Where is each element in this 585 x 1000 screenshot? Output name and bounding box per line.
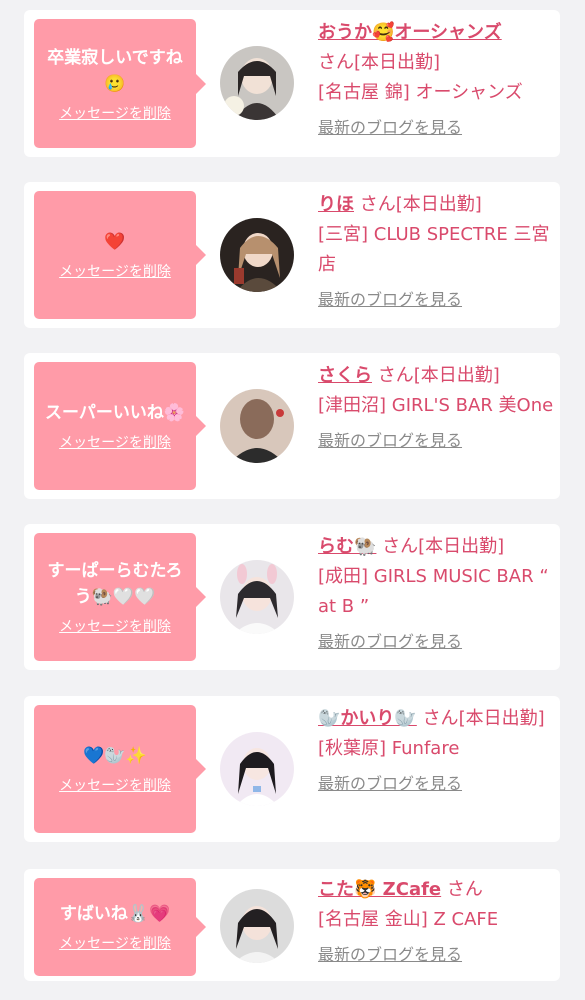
latest-blog-link[interactable]: 最新のブログを見る (318, 943, 554, 967)
girl-name-link[interactable]: らむ🐏 (318, 536, 376, 557)
delete-message-link[interactable]: メッセージを削除 (59, 261, 171, 281)
work-status: [本日出勤] (458, 708, 545, 729)
delete-message-link[interactable]: メッセージを削除 (59, 432, 171, 452)
message-text: すーぱーらむたろう🐏🤍🤍 (47, 561, 183, 607)
honorific: さん (318, 52, 354, 73)
girl-name-link[interactable]: りほ (318, 194, 354, 215)
delete-message-link[interactable]: メッセージを削除 (59, 103, 171, 123)
girl-name-link[interactable]: 🦭かいり🦭 (318, 708, 417, 729)
shop-name: [名古屋 錦] オーシャンズ (318, 82, 523, 103)
work-status: [本日出勤] (354, 52, 441, 73)
message-card: すーぱーらむたろう🐏🤍🤍 メッセージを削除 らむ🐏 さん[本日出勤] [成田] … (24, 524, 560, 670)
message-text: スーパーいいね🌸 (45, 403, 185, 423)
message-card: 💙🦭✨ メッセージを削除 🦭かいり🦭 さん[本日出勤] [秋葉原] Funfar… (24, 696, 560, 842)
message-bubble: 💙🦭✨ メッセージを削除 (34, 705, 206, 833)
message-bubble: ❤️ メッセージを削除 (34, 191, 206, 319)
message-list: 卒業寂しいですね🥲 メッセージを削除 おうか🥰オーシャンズ さん[本日出勤] [… (0, 0, 585, 1000)
latest-blog-link[interactable]: 最新のブログを見る (318, 116, 554, 140)
latest-blog-link[interactable]: 最新のブログを見る (318, 772, 554, 796)
message-card: 卒業寂しいですね🥲 メッセージを削除 おうか🥰オーシャンズ さん[本日出勤] [… (24, 10, 560, 157)
girl-info: さくら さん[本日出勤] [津田沼] GIRL'S BAR 美One 最新のブロ… (318, 361, 554, 453)
shop-name: [三宮] CLUB SPECTRE 三宮店 (318, 224, 550, 275)
honorific: さん (422, 708, 459, 729)
message-bubble: スーパーいいね🌸 メッセージを削除 (34, 362, 206, 490)
shop-name: [成田] GIRLS MUSIC BAR “ at B ” (318, 566, 549, 617)
shop-name: [秋葉原] Funfare (318, 738, 460, 759)
shop-name: [津田沼] GIRL'S BAR 美One (318, 395, 554, 416)
latest-blog-link[interactable]: 最新のブログを見る (318, 630, 554, 654)
work-status: [本日出勤] (418, 536, 505, 557)
honorific: さん (382, 536, 419, 557)
avatar[interactable] (220, 46, 294, 120)
message-text: 卒業寂しいですね🥲 (47, 47, 183, 94)
delete-message-link[interactable]: メッセージを削除 (59, 933, 171, 953)
work-status: [本日出勤] (395, 194, 482, 215)
avatar[interactable] (220, 889, 294, 963)
message-bubble: 卒業寂しいですね🥲 メッセージを削除 (34, 19, 206, 148)
message-bubble: すばいね🐰💗 メッセージを削除 (34, 878, 206, 976)
message-text: ❤️ (104, 232, 126, 252)
message-card: スーパーいいね🌸 メッセージを削除 さくら さん[本日出勤] [津田沼] GIR… (24, 353, 560, 499)
avatar[interactable] (220, 218, 294, 292)
latest-blog-link[interactable]: 最新のブログを見る (318, 429, 554, 453)
honorific: さん (377, 365, 414, 386)
message-text: 💙🦭✨ (83, 746, 147, 766)
girl-info: おうか🥰オーシャンズ さん[本日出勤] [名古屋 錦] オーシャンズ 最新のブロ… (318, 18, 554, 140)
latest-blog-link[interactable]: 最新のブログを見る (318, 288, 554, 312)
girl-info: らむ🐏 さん[本日出勤] [成田] GIRLS MUSIC BAR “ at B… (318, 532, 554, 654)
message-card: すばいね🐰💗 メッセージを削除 こた🐯 ZCafe さん [名古屋 金山] Z … (24, 869, 560, 981)
avatar[interactable] (220, 560, 294, 634)
girl-info: こた🐯 ZCafe さん [名古屋 金山] Z CAFE 最新のブログを見る (318, 875, 554, 967)
message-bubble: すーぱーらむたろう🐏🤍🤍 メッセージを削除 (34, 533, 206, 661)
girl-info: りほ さん[本日出勤] [三宮] CLUB SPECTRE 三宮店 最新のブログ… (318, 190, 554, 312)
honorific: さん (446, 879, 483, 900)
girl-name-link[interactable]: こた🐯 ZCafe (318, 879, 441, 900)
delete-message-link[interactable]: メッセージを削除 (59, 775, 171, 795)
avatar[interactable] (220, 732, 294, 806)
girl-name-link[interactable]: おうか🥰オーシャンズ (318, 22, 502, 43)
message-text: すばいね🐰💗 (59, 904, 171, 924)
delete-message-link[interactable]: メッセージを削除 (59, 616, 171, 636)
avatar[interactable] (220, 389, 294, 463)
honorific: さん (359, 194, 396, 215)
work-status: [本日出勤] (413, 365, 500, 386)
message-card: ❤️ メッセージを削除 りほ さん[本日出勤] [三宮] CLUB SPECTR… (24, 182, 560, 328)
shop-name: [名古屋 金山] Z CAFE (318, 909, 499, 930)
girl-info: 🦭かいり🦭 さん[本日出勤] [秋葉原] Funfare 最新のブログを見る (318, 704, 554, 796)
girl-name-link[interactable]: さくら (318, 365, 372, 386)
